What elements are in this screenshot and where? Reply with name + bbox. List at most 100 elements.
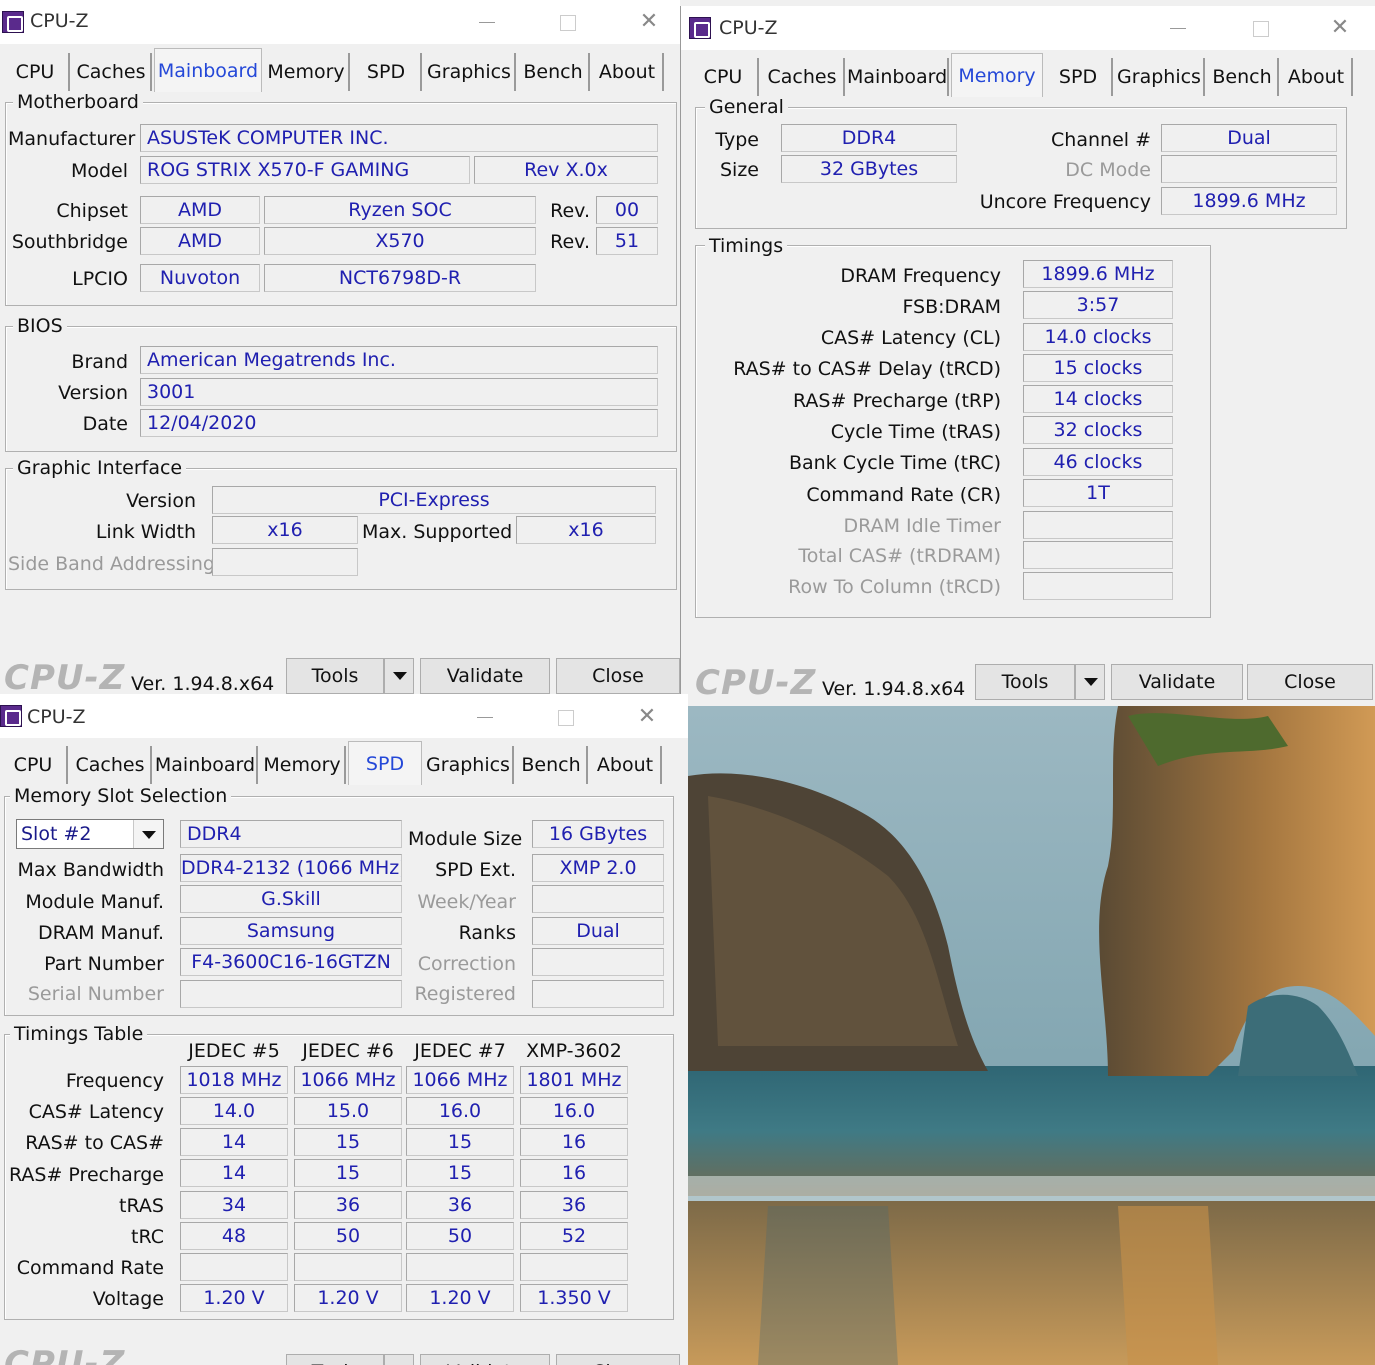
row-label-cas-latency: CAS# Latency: [28, 1101, 164, 1123]
tab-mainboard[interactable]: Mainboard: [154, 48, 262, 92]
lpcio-name-field: NCT6798D-R: [264, 264, 536, 292]
spd-ext-label: SPD Ext.: [435, 859, 516, 881]
slot-select[interactable]: Slot #2: [16, 819, 164, 849]
tab-bar: CPU Caches Mainboard Memory SPD Graphics…: [681, 53, 1375, 97]
tab-cpu[interactable]: CPU: [0, 746, 68, 784]
timing-cell: 14.0: [180, 1097, 288, 1125]
dram-frequency-field: 1899.6 MHz: [1023, 260, 1173, 288]
minimize-icon[interactable]: [472, 9, 502, 35]
max-supported-label: Max. Supported: [362, 521, 513, 543]
tab-graphics[interactable]: Graphics: [424, 746, 514, 784]
desktop-wallpaper: [688, 706, 1375, 1365]
lpcio-vendor-field: Nuvoton: [140, 264, 260, 292]
channel-label: Channel #: [1051, 129, 1151, 151]
tools-button[interactable]: Tools: [286, 1354, 384, 1365]
lpcio-label: LPCIO: [72, 268, 128, 290]
tab-about[interactable]: About: [590, 746, 662, 784]
validate-button[interactable]: Validate: [420, 1354, 550, 1365]
tools-dropdown-arrow[interactable]: [1075, 664, 1105, 700]
tab-bench[interactable]: Bench: [518, 53, 590, 91]
cpuz-window-mainboard: CPU-Z ✕ CPU Caches Mainboard Memory SPD …: [0, 0, 680, 704]
ras-to-cas-label: RAS# to CAS# Delay (tRCD): [733, 358, 1001, 380]
chevron-down-icon[interactable]: [133, 820, 163, 848]
timing-cell: 50: [294, 1222, 402, 1250]
timing-cell: 1.20 V: [406, 1284, 514, 1312]
tab-spd[interactable]: SPD: [1045, 58, 1113, 96]
row-label-tras: tRAS: [119, 1195, 164, 1217]
validate-button[interactable]: Validate: [420, 658, 550, 694]
tools-dropdown-arrow[interactable]: [384, 658, 414, 694]
chipset-name-field: Ryzen SOC: [264, 196, 536, 224]
tab-graphics[interactable]: Graphics: [424, 53, 516, 91]
tab-memory[interactable]: Memory: [264, 53, 350, 91]
window-title: CPU-Z: [719, 17, 778, 39]
tab-mainboard[interactable]: Mainboard: [847, 58, 949, 96]
timing-cell: 52: [520, 1222, 628, 1250]
tab-memory[interactable]: Memory: [951, 53, 1043, 97]
title-bar[interactable]: CPU-Z ✕: [0, 694, 688, 738]
ras-precharge-label: RAS# Precharge (tRP): [793, 390, 1001, 412]
close-button[interactable]: Close: [1247, 664, 1373, 700]
tab-caches[interactable]: Caches: [72, 53, 152, 91]
close-button[interactable]: Close: [556, 1354, 680, 1365]
ras-to-cas-field: 15 clocks: [1023, 354, 1173, 382]
close-icon[interactable]: ✕: [634, 9, 664, 35]
bank-cycle-time-field: 46 clocks: [1023, 448, 1173, 476]
maximize-icon[interactable]: [552, 9, 582, 35]
week-year-field: [532, 885, 664, 913]
tab-caches[interactable]: Caches: [761, 58, 845, 96]
tab-graphics[interactable]: Graphics: [1115, 58, 1205, 96]
week-year-label: Week/Year: [417, 891, 516, 913]
minimize-icon[interactable]: [1163, 15, 1193, 41]
maximize-icon[interactable]: [550, 704, 580, 730]
dram-idle-timer-field: [1023, 511, 1173, 539]
tools-dropdown-arrow[interactable]: [384, 1354, 414, 1365]
tab-spd[interactable]: SPD: [348, 741, 422, 785]
chipset-vendor-field: AMD: [140, 196, 260, 224]
tools-button[interactable]: Tools: [975, 664, 1075, 700]
close-icon[interactable]: ✕: [1325, 15, 1355, 41]
tools-button[interactable]: Tools: [286, 658, 384, 694]
title-bar[interactable]: CPU-Z ✕: [0, 0, 680, 44]
tab-cpu[interactable]: CPU: [2, 53, 70, 91]
window-title: CPU-Z: [30, 10, 89, 32]
chipset-rev-label: Rev.: [550, 200, 590, 222]
wallpaper-image: [688, 706, 1375, 1365]
maximize-icon[interactable]: [1245, 15, 1275, 41]
total-cas-field: [1023, 541, 1173, 569]
tab-caches[interactable]: Caches: [70, 746, 152, 784]
type-label: Type: [715, 129, 759, 151]
minimize-icon[interactable]: [470, 704, 500, 730]
column-header-jedec5: JEDEC #5: [188, 1040, 280, 1062]
timing-cell: 14: [180, 1159, 288, 1187]
tab-about[interactable]: About: [1281, 58, 1353, 96]
cpuz-logo: CPU-Z: [4, 658, 126, 698]
validate-button[interactable]: Validate: [1111, 664, 1243, 700]
tab-about[interactable]: About: [592, 53, 664, 91]
tab-bench[interactable]: Bench: [1207, 58, 1279, 96]
fsb-dram-field: 3:57: [1023, 291, 1173, 319]
tab-mainboard[interactable]: Mainboard: [154, 746, 258, 784]
close-button[interactable]: Close: [556, 658, 680, 694]
timing-cell: 16.0: [520, 1097, 628, 1125]
timing-cell: 36: [520, 1191, 628, 1219]
southbridge-vendor-field: AMD: [140, 227, 260, 255]
channel-field: Dual: [1161, 124, 1337, 152]
module-size-field: 16 GBytes: [532, 820, 664, 848]
timing-cell: 36: [294, 1191, 402, 1219]
max-bandwidth-field: DDR4-2132 (1066 MHz): [180, 854, 402, 882]
tab-cpu[interactable]: CPU: [689, 58, 759, 96]
close-icon[interactable]: ✕: [632, 704, 662, 730]
cycle-time-label: Cycle Time (tRAS): [830, 421, 1001, 443]
timing-cell: 15.0: [294, 1097, 402, 1125]
gi-version-field: PCI-Express: [212, 486, 656, 514]
tab-spd[interactable]: SPD: [352, 53, 422, 91]
tab-bench[interactable]: Bench: [516, 746, 588, 784]
tab-memory[interactable]: Memory: [260, 746, 346, 784]
part-number-label: Part Number: [44, 953, 164, 975]
timing-cell: 1066 MHz: [406, 1066, 514, 1094]
title-bar[interactable]: CPU-Z ✕: [681, 6, 1375, 50]
timing-cell: 15: [294, 1159, 402, 1187]
module-size-label: Module Size: [408, 828, 523, 850]
dc-mode-field: [1161, 155, 1337, 183]
